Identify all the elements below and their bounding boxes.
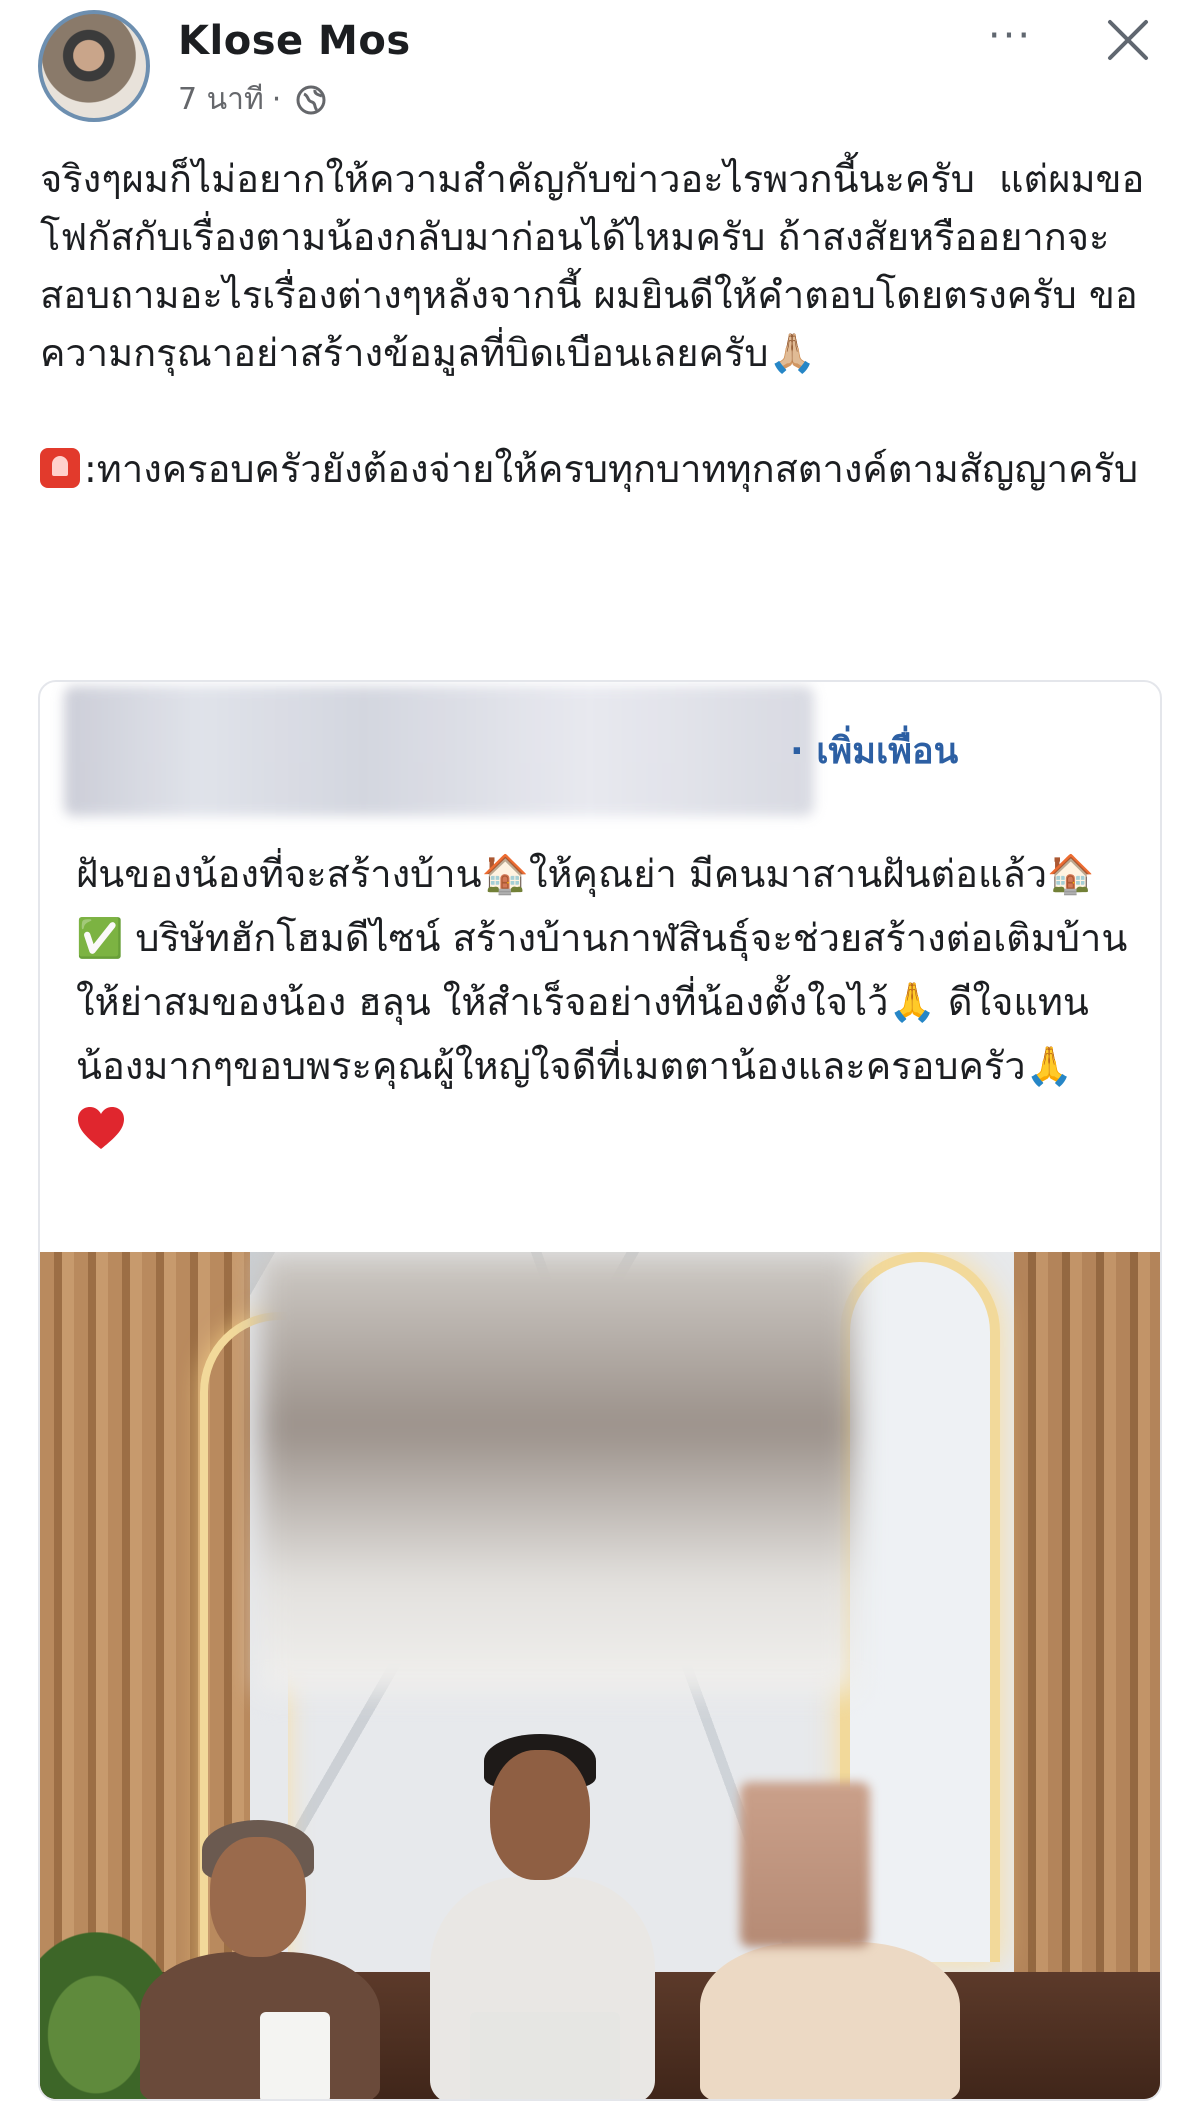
post-meta: 7 นาที · [178, 76, 327, 123]
post-paragraph-2: :ทางครอบครัวยังต้องจ่ายให้ครบทุกบาททุกสต… [40, 440, 1160, 498]
meta-separator: · [271, 82, 282, 117]
gift-bag-center [470, 2012, 620, 2099]
add-friend-link[interactable]: · เพิ่มเพื่อน [790, 722, 958, 779]
gift-bag-left [260, 2012, 330, 2099]
shared-photo[interactable] [40, 1252, 1160, 2099]
more-options-icon[interactable]: ··· [980, 16, 1040, 56]
close-icon[interactable] [1100, 12, 1156, 68]
globe-icon [296, 85, 326, 114]
author-avatar[interactable] [38, 10, 150, 122]
red-heart-icon [78, 1107, 124, 1149]
post-paragraph-2-text: :ทางครอบครัวยังต้องจ่ายให้ครบทุกบาททุกสต… [84, 447, 1139, 491]
person-center-head [490, 1750, 590, 1880]
siren-icon [40, 448, 80, 488]
shared-post-paragraph: ฝันของน้องที่จะสร้างบ้าน🏠ให้คุณย่า มีคนม… [76, 852, 1128, 1088]
post-screenshot: Klose Mos 7 นาที · ··· จริงๆผมก็ไม่อยากใ… [0, 0, 1200, 2101]
person-right-body [700, 1942, 960, 2099]
author-name[interactable]: Klose Mos [178, 18, 411, 64]
blurred-author-name [64, 686, 814, 816]
person-right-head-blurred [740, 1782, 870, 1947]
post-text: จริงๆผมก็ไม่อยากให้ความสำคัญกับข่าวอะไรพ… [40, 150, 1160, 498]
person-left-head [210, 1837, 306, 1957]
blurred-region [260, 1252, 855, 1692]
shared-post-text: ฝันของน้องที่จะสร้างบ้าน🏠ให้คุณย่า มีคนม… [76, 842, 1136, 1162]
post-time[interactable]: 7 นาที [178, 76, 264, 123]
post-paragraph-1: จริงๆผมก็ไม่อยากให้ความสำคัญกับข่าวอะไรพ… [40, 157, 1145, 375]
shared-post-card[interactable]: · เพิ่มเพื่อน ฝันของน้องที่จะสร้างบ้าน🏠ใ… [38, 680, 1162, 2101]
